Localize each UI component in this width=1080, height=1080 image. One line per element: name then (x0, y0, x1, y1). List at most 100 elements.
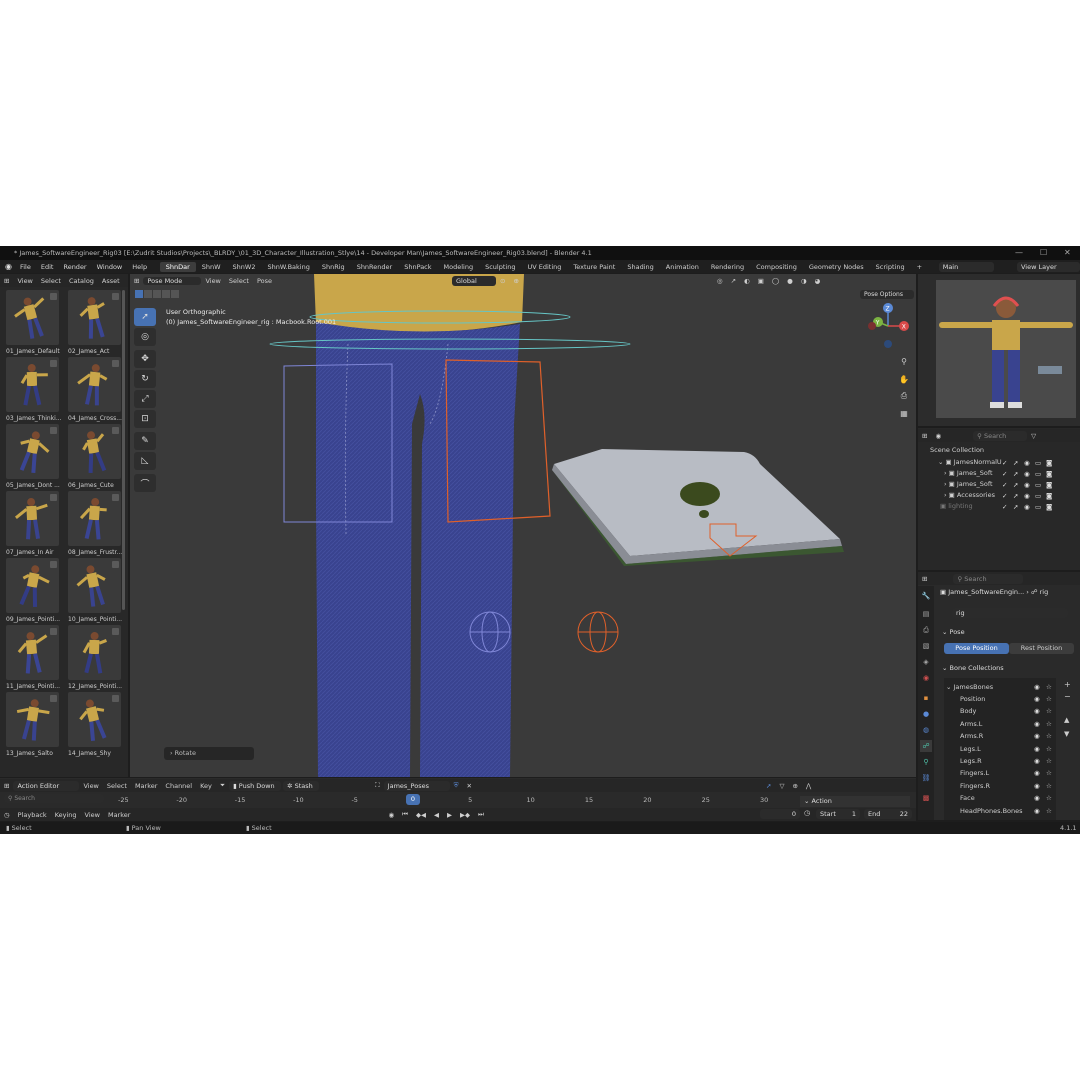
filters-icon[interactable]: ▽ (775, 782, 788, 790)
rest-position-button[interactable]: Rest Position (1009, 643, 1074, 654)
scene-selector[interactable]: Main (938, 261, 995, 272)
star-icon[interactable]: ☆ (1046, 720, 1052, 728)
bone-collection-item[interactable]: Body (960, 707, 1030, 719)
monitor-icon[interactable]: ▭ (1035, 470, 1041, 478)
channel-action-label[interactable]: ⌄ Action (800, 796, 910, 807)
camera-icon[interactable]: ◙ (1046, 481, 1052, 489)
asset-menu-select[interactable]: Select (37, 277, 65, 285)
current-frame-indicator[interactable]: 0 (406, 794, 420, 805)
stash-button[interactable]: ✲ Stash (283, 780, 320, 791)
clock-icon[interactable]: ◷ (804, 809, 810, 817)
jump-end-icon[interactable]: ⏭ (474, 810, 488, 819)
select-intersect-icon[interactable] (171, 290, 179, 298)
render-tab-icon[interactable]: ▤ (920, 608, 932, 620)
object-tab-icon[interactable]: ▪ (920, 692, 932, 704)
select-new-icon[interactable] (135, 290, 143, 298)
menu-edit[interactable]: Edit (36, 263, 59, 271)
star-icon[interactable]: ☆ (1046, 732, 1052, 740)
workspace-tab[interactable]: ShnRender (351, 262, 399, 272)
asset-thumbnail[interactable] (68, 692, 121, 747)
view-layer-tab-icon[interactable]: ▧ (920, 640, 932, 652)
action-name-field[interactable]: James_Poses (383, 780, 450, 791)
bone-collection-item[interactable]: Arms.R (960, 732, 1030, 744)
navigation-gizmo[interactable]: Z X Y (864, 302, 914, 348)
current-frame-field[interactable]: 0 (760, 809, 800, 819)
armature-data-tab-icon[interactable]: ☍ (920, 740, 932, 752)
scene-tab-icon[interactable]: ◈ (920, 656, 932, 668)
select-toggle-icon[interactable]: ➚ (1013, 481, 1018, 489)
select-toggle-icon[interactable]: ➚ (1013, 470, 1018, 478)
remove-collection-icon[interactable]: − (1064, 692, 1071, 701)
editor-type-icon[interactable]: ⊞ (918, 575, 931, 583)
viewport-menu-view[interactable]: View (201, 277, 224, 285)
move-down-icon[interactable]: ▼ (1064, 730, 1069, 738)
checkbox-icon[interactable]: ✓ (1002, 492, 1007, 500)
camera-icon[interactable]: ◙ (1046, 492, 1052, 500)
eye-icon[interactable]: ◉ (1034, 720, 1040, 728)
workspace-tab[interactable]: ShnRig (316, 262, 351, 272)
eye-icon[interactable]: ◉ (1034, 769, 1040, 777)
editor-type-icon[interactable]: ⊞ (918, 432, 931, 440)
only-selected-icon[interactable]: ➚ (762, 782, 775, 790)
monitor-icon[interactable]: ▭ (1035, 492, 1041, 500)
asset-thumbnail[interactable] (6, 290, 59, 345)
3d-viewport[interactable] (130, 274, 916, 777)
asset-thumbnail[interactable] (6, 491, 59, 546)
maximize-icon[interactable]: ☐ (1040, 246, 1047, 260)
editor-type-icon[interactable]: ⊞ (130, 277, 143, 285)
rotate-tool[interactable]: ↻ (134, 370, 156, 388)
bone-collections-section-header[interactable]: ⌄ Bone Collections (942, 664, 1004, 672)
star-icon[interactable]: ☆ (1046, 745, 1052, 753)
workspace-tab[interactable]: Scripting (870, 262, 911, 272)
pose-options-dropdown[interactable]: Pose Options (860, 290, 914, 299)
eye-icon[interactable]: ◉ (1034, 732, 1040, 740)
workspace-tab[interactable]: ShnW (196, 262, 227, 272)
close-icon[interactable]: ✕ (1064, 246, 1071, 260)
bone-collection-item[interactable]: Legs.R (960, 757, 1030, 769)
editor-type-icon[interactable]: ◷ (0, 811, 14, 819)
select-box-tool[interactable]: ➚ (134, 308, 156, 326)
tool-tab-icon[interactable]: 🔧 (920, 590, 932, 602)
outliner-scene-collection[interactable]: Scene Collection (918, 446, 1080, 458)
asset-thumbnail[interactable] (68, 357, 121, 412)
asset-thumbnail[interactable] (6, 424, 59, 479)
select-toggle-icon[interactable]: ➚ (1013, 459, 1018, 467)
workspace-tab[interactable]: Rendering (705, 262, 750, 272)
shading-material-icon[interactable]: ◑ (797, 277, 811, 285)
annotate-tool[interactable]: ✎ (134, 432, 156, 450)
asset-menu-asset[interactable]: Asset (98, 277, 124, 285)
asset-menu-view[interactable]: View (13, 277, 36, 285)
unlink-action-icon[interactable]: ✕ (463, 782, 476, 790)
camera-icon[interactable]: ◙ (1046, 503, 1052, 511)
timeline-menu-playback[interactable]: Playback (14, 811, 51, 819)
bone-collection-item[interactable]: Legs.L (960, 745, 1030, 757)
shading-wireframe-icon[interactable]: ◯ (768, 277, 783, 285)
eye-icon[interactable]: ◉ (1024, 503, 1030, 511)
bone-collection-item[interactable]: Fingers.L (960, 769, 1030, 781)
eye-icon[interactable]: ◉ (1034, 807, 1040, 815)
eye-icon[interactable]: ◉ (1034, 683, 1040, 691)
asset-thumbnail[interactable] (6, 558, 59, 613)
workspace-tab[interactable]: ShnW.Baking (261, 262, 315, 272)
asset-thumbnail[interactable] (68, 625, 121, 680)
display-mode-icon[interactable]: ◉ (931, 432, 945, 440)
eye-icon[interactable]: ◉ (1024, 481, 1030, 489)
editor-type-icon[interactable]: ⊞ (0, 277, 13, 285)
bone-constraint-tab-icon[interactable]: ⛓ (920, 772, 932, 784)
jump-start-icon[interactable]: ⏮ (398, 810, 412, 819)
asset-scrollbar[interactable] (122, 290, 125, 610)
cursor-tool[interactable]: ◎ (134, 328, 156, 346)
select-invert-icon[interactable] (162, 290, 170, 298)
view-object-types-icon[interactable]: ◎ (713, 277, 727, 285)
play-icon[interactable]: ▶ (443, 811, 456, 819)
outliner-item[interactable]: ▣ lighting (918, 502, 1080, 514)
eye-icon[interactable]: ◉ (1034, 794, 1040, 802)
perspective-grid-icon[interactable]: ▦ (896, 406, 912, 420)
checkbox-icon[interactable]: ✓ (1002, 481, 1007, 489)
push-down-button[interactable]: ▮ Push Down (229, 780, 282, 791)
minimize-icon[interactable]: — (1015, 246, 1023, 260)
fake-user-icon[interactable]: ⛨ (450, 781, 463, 790)
camera-icon[interactable]: ◙ (1046, 470, 1052, 478)
scale-tool[interactable]: ⤢ (134, 390, 156, 408)
action-menu-key[interactable]: Key (196, 782, 216, 790)
